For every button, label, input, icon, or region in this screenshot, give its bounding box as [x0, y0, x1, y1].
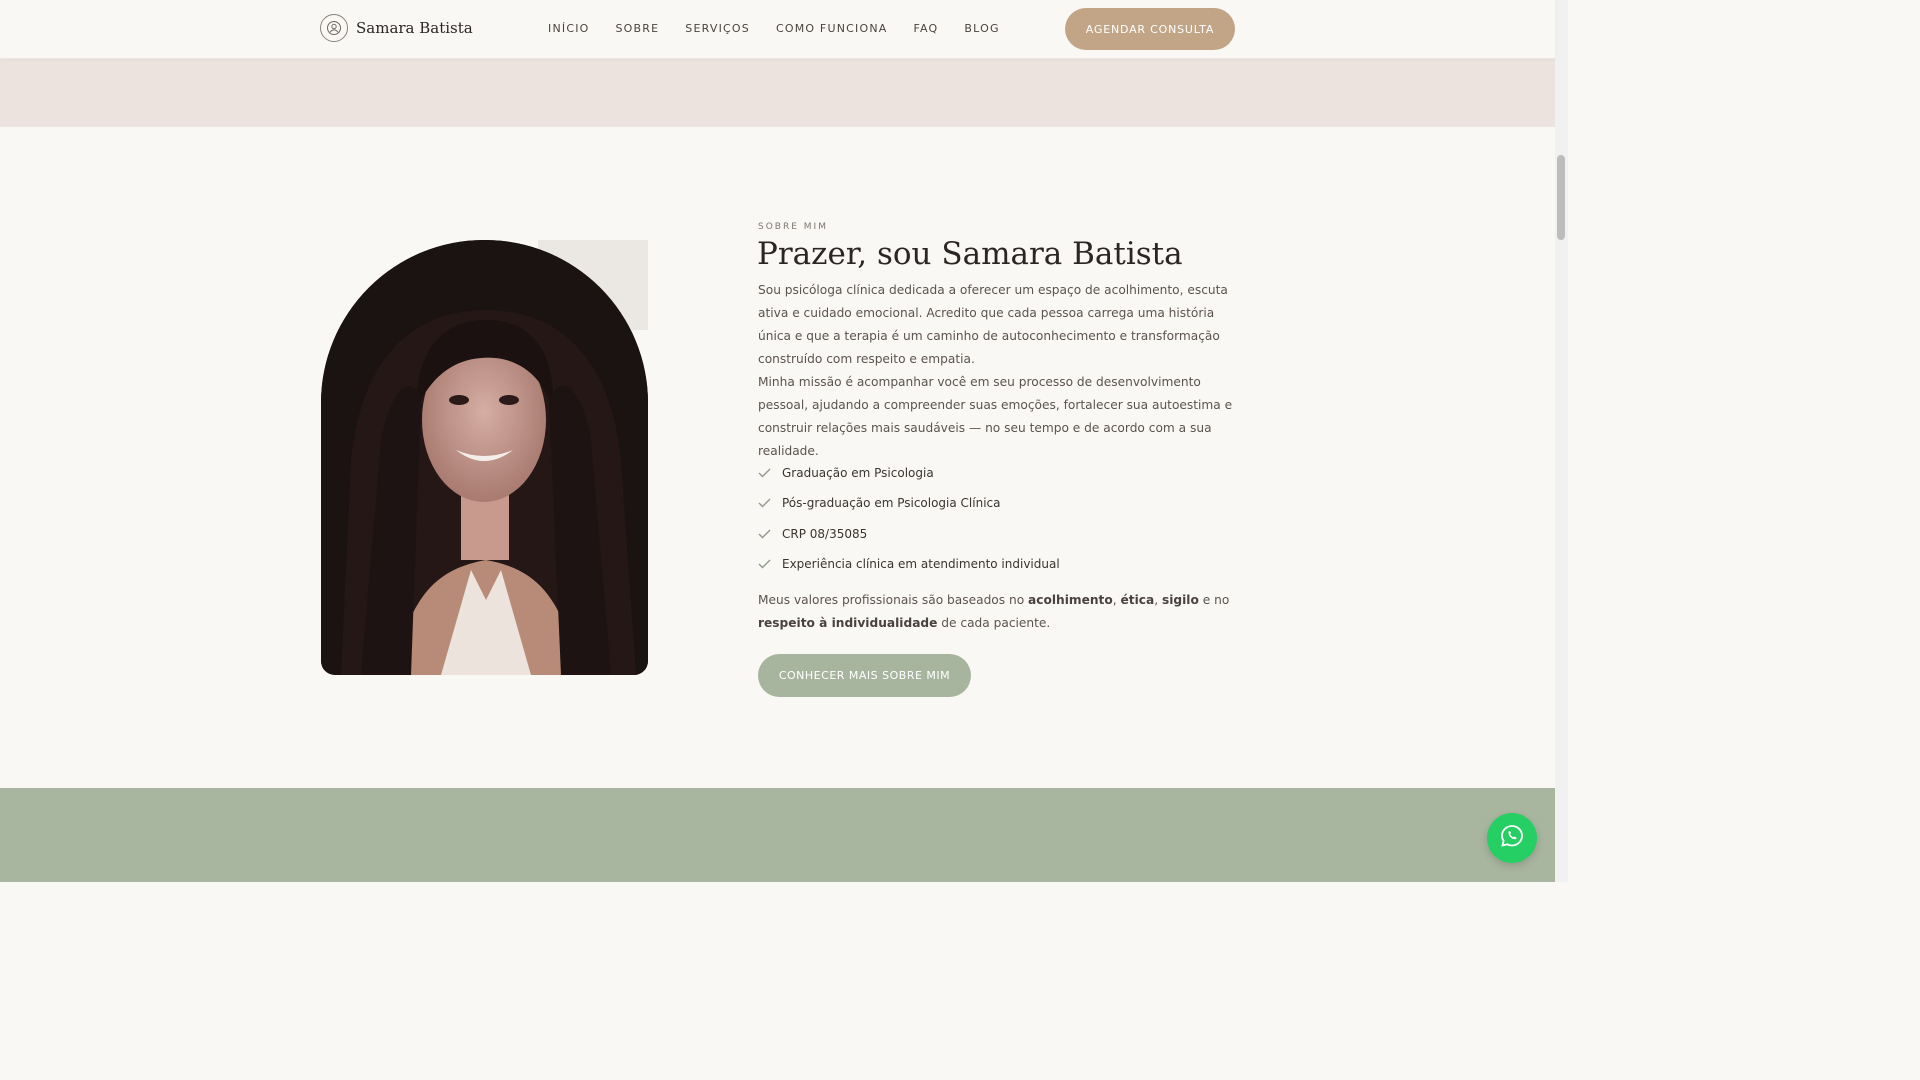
portrait-image: [321, 240, 648, 675]
brand-logo[interactable]: Samara Batista: [320, 14, 473, 42]
values-highlight: respeito à individualidade: [758, 616, 938, 630]
values-text: e no: [1198, 593, 1230, 607]
nav-servicos[interactable]: SERVIÇOS: [685, 22, 750, 35]
values-highlight: ética: [1120, 593, 1155, 607]
check-icon: [758, 529, 772, 539]
learn-more-button[interactable]: CONHECER MAIS SOBRE MIM: [758, 654, 971, 697]
about-paragraph-1: Sou psicóloga clínica dedicada a oferece…: [758, 283, 1228, 366]
credential-text: Experiência clínica em atendimento indiv…: [782, 557, 1060, 572]
scrollbar-thumb[interactable]: [1557, 155, 1565, 240]
check-icon: [758, 468, 772, 478]
whatsapp-button[interactable]: [1487, 813, 1537, 863]
about-paragraph-2: Minha missão é acompanhar você em seu pr…: [758, 375, 1233, 458]
nav-como-funciona[interactable]: COMO FUNCIONA: [776, 22, 888, 35]
whatsapp-icon: [1499, 823, 1525, 853]
values-highlight: acolhimento: [1028, 593, 1113, 607]
values-text: Meus valores profissionais são baseados …: [758, 593, 1029, 607]
credential-text: Graduação em Psicologia: [782, 466, 934, 481]
credential-text: Pós-graduação em Psicologia Clínica: [782, 496, 1001, 511]
brand-name: Samara Batista: [356, 19, 473, 37]
section-eyebrow: SOBRE MIM: [758, 222, 828, 232]
values-highlight: sigilo: [1161, 593, 1199, 607]
nav-inicio[interactable]: INÍCIO: [548, 22, 590, 35]
hero-bottom-band: [0, 58, 1555, 127]
nav-faq[interactable]: FAQ: [913, 22, 938, 35]
values-text: de cada paciente.: [937, 616, 1051, 630]
check-icon: [758, 498, 772, 508]
list-item: Graduação em Psicologia: [758, 458, 1060, 488]
section-title: Prazer, sou Samara Batista: [757, 236, 1183, 272]
list-item: Pós-graduação em Psicologia Clínica: [758, 488, 1060, 518]
credentials-list: Graduação em Psicologia Pós-graduação em…: [758, 458, 1060, 579]
profile-photo: [321, 240, 648, 675]
list-item: Experiência clínica em atendimento indiv…: [758, 549, 1060, 579]
user-circle-icon: [320, 14, 348, 42]
nav-blog[interactable]: BLOG: [964, 22, 999, 35]
site-header: Samara Batista INÍCIO SOBRE SERVIÇOS COM…: [0, 0, 1555, 59]
list-item: CRP 08/35085: [758, 519, 1060, 549]
values-text: ,: [1154, 593, 1162, 607]
next-section-band: [0, 788, 1555, 882]
main-nav: INÍCIO SOBRE SERVIÇOS COMO FUNCIONA FAQ …: [548, 22, 1026, 35]
credential-text: CRP 08/35085: [782, 526, 868, 541]
values-paragraph: Meus valores profissionais são baseados …: [758, 589, 1238, 635]
scrollbar[interactable]: [1555, 0, 1568, 882]
schedule-button[interactable]: AGENDAR CONSULTA: [1065, 8, 1235, 50]
values-text: ,: [1112, 593, 1121, 607]
check-icon: [758, 559, 772, 569]
nav-sobre[interactable]: SOBRE: [616, 22, 660, 35]
